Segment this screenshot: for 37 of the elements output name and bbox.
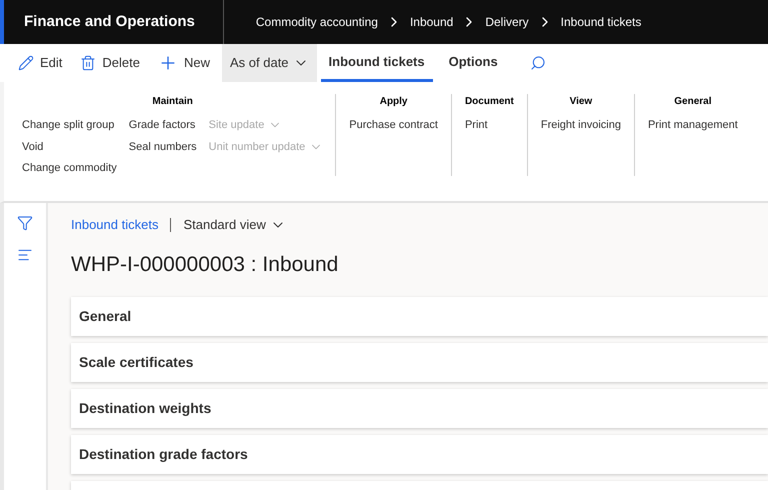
ribbon-command[interactable]: Change split group <box>22 117 117 134</box>
breadcrumb-link[interactable]: Inbound tickets <box>560 13 642 31</box>
group-heading: Apply <box>380 95 408 109</box>
ribbon-command[interactable]: Void <box>22 138 117 155</box>
app-title[interactable]: Finance and Operations <box>4 0 224 44</box>
ribbon-command[interactable]: Change commodity <box>22 160 117 176</box>
section-card[interactable]: General <box>71 297 768 336</box>
view-selector[interactable]: Standard view <box>183 215 286 234</box>
ribbon-command[interactable]: Seal numbers <box>128 138 197 155</box>
record-title: WHP-I-000000003 : Inbound <box>71 252 340 278</box>
ribbon-tab[interactable]: Options <box>440 44 506 82</box>
breadcrumb-link[interactable]: Inbound <box>410 13 454 31</box>
ribbon-command[interactable]: Purchase contract <box>349 117 438 134</box>
trash-icon <box>80 55 96 71</box>
ribbon-command[interactable]: Print <box>464 117 488 134</box>
group-heading: View <box>570 95 592 109</box>
ribbon-tab[interactable]: Inbound tickets <box>320 44 433 82</box>
group-heading: Document <box>464 95 514 109</box>
group-heading: General <box>674 95 712 109</box>
group-heading: Maintain <box>152 95 193 109</box>
section-card[interactable]: Scale certificates <box>71 343 768 382</box>
breadcrumb-link[interactable]: Delivery <box>485 13 529 31</box>
lines-icon[interactable] <box>17 247 33 263</box>
filter-icon[interactable] <box>17 215 33 231</box>
page-link[interactable]: Inbound tickets <box>71 215 158 234</box>
search-icon[interactable] <box>530 55 546 71</box>
ribbon-command[interactable]: Grade factors <box>128 117 197 134</box>
section-card[interactable]: Destination weights <box>71 389 768 428</box>
breadcrumb-link[interactable]: Commodity accounting <box>256 13 378 31</box>
ribbon-command[interactable]: Freight invoicing <box>540 117 621 134</box>
toolbar-button[interactable]: Delete <box>74 44 146 82</box>
as-of-date-dropdown[interactable]: As of date <box>222 44 317 82</box>
section-card[interactable]: Destination grade factors <box>71 435 768 474</box>
toolbar-button[interactable]: Edit <box>12 44 68 82</box>
pencil-icon <box>18 55 34 71</box>
ribbon-command[interactable]: Print management <box>648 117 738 134</box>
toolbar-button[interactable]: New <box>152 44 216 82</box>
